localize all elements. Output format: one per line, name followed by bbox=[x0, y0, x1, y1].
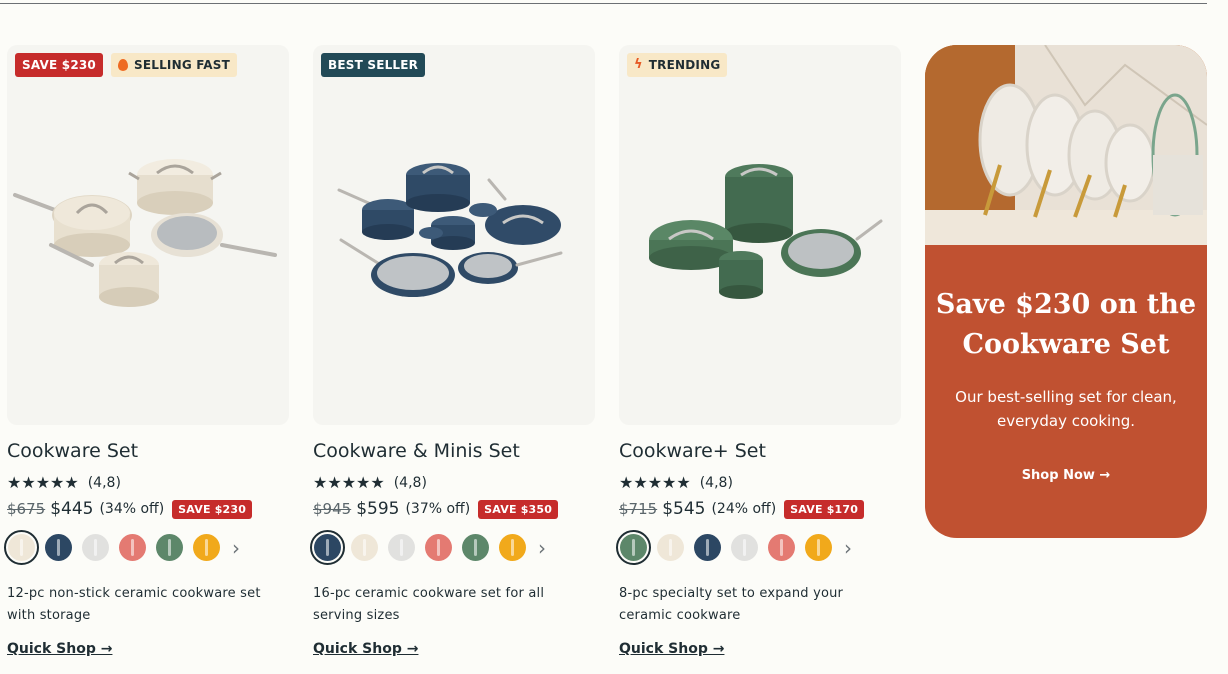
price-row: $945 $595 (37% off) SAVE $350 bbox=[313, 499, 559, 519]
swatch-sage[interactable] bbox=[156, 534, 183, 561]
product-card-cookware-plus-set[interactable]: ϟ TRENDING Cookware+ Set ★★★★★ (4,8) $715… bbox=[616, 45, 901, 657]
cookware-illustration bbox=[337, 163, 563, 297]
rating-value: (4,8) bbox=[393, 474, 427, 491]
top-divider bbox=[0, 3, 1207, 4]
swatch-coral[interactable] bbox=[768, 534, 795, 561]
swatch-gray[interactable] bbox=[731, 534, 758, 561]
selling-fast-badge: SELLING FAST bbox=[110, 53, 237, 77]
swatch-navy[interactable] bbox=[310, 530, 345, 565]
original-price: $675 bbox=[7, 500, 46, 518]
sale-price: $595 bbox=[356, 499, 400, 519]
swatch-yellow[interactable] bbox=[193, 534, 220, 561]
product-description: 8-pc specialty set to expand your cerami… bbox=[619, 586, 844, 623]
discount-percent: (34% off) bbox=[99, 501, 165, 517]
swatch-cream[interactable] bbox=[657, 534, 684, 561]
trending-badge: ϟ TRENDING bbox=[627, 53, 728, 77]
original-price: $945 bbox=[313, 500, 352, 518]
rating-value: (4,8) bbox=[699, 474, 733, 491]
swatch-gray[interactable] bbox=[388, 534, 415, 561]
product-title[interactable]: Cookware+ Set bbox=[619, 440, 766, 462]
save-badge: SAVE $230 bbox=[15, 53, 103, 77]
swatch-sage[interactable] bbox=[616, 530, 651, 565]
product-description: 12-pc non-stick ceramic cookware set wit… bbox=[7, 586, 261, 623]
rating: ★★★★★ (4,8) bbox=[313, 473, 427, 492]
chevron-right-icon[interactable]: › bbox=[538, 536, 546, 560]
price-row: $675 $445 (34% off) SAVE $230 bbox=[7, 499, 253, 519]
swatch-coral[interactable] bbox=[119, 534, 146, 561]
chevron-right-icon[interactable]: › bbox=[844, 536, 852, 560]
swatch-yellow[interactable] bbox=[805, 534, 832, 561]
lightning-icon: ϟ bbox=[634, 57, 643, 72]
best-seller-badge: BEST SELLER bbox=[321, 53, 426, 77]
star-rating-icon: ★★★★★ bbox=[619, 473, 691, 492]
star-rating-icon: ★★★★★ bbox=[7, 473, 79, 492]
product-image[interactable]: ϟ TRENDING bbox=[619, 45, 901, 425]
color-swatches: › bbox=[310, 530, 546, 565]
swatch-navy[interactable] bbox=[45, 534, 72, 561]
product-title[interactable]: Cookware Set bbox=[7, 440, 138, 462]
color-swatches: › bbox=[616, 530, 852, 565]
star-rating-icon: ★★★★★ bbox=[313, 473, 385, 492]
quick-shop-link[interactable]: Quick Shop → bbox=[313, 641, 418, 657]
swatch-gray[interactable] bbox=[82, 534, 109, 561]
promo-subtitle: Our best-selling set for clean, everyday… bbox=[955, 388, 1177, 430]
quick-shop-link[interactable]: Quick Shop → bbox=[619, 641, 724, 657]
promo-card[interactable]: Save $230 on the Cookware Set Our best-s… bbox=[925, 45, 1207, 538]
rating: ★★★★★ (4,8) bbox=[619, 473, 733, 492]
price-row: $715 $545 (24% off) SAVE $170 bbox=[619, 499, 865, 519]
rating-value: (4,8) bbox=[87, 474, 121, 491]
promo-title: Save $230 on the Cookware Set bbox=[935, 289, 1197, 360]
swatch-cream[interactable] bbox=[4, 530, 39, 565]
discount-percent: (24% off) bbox=[711, 501, 777, 517]
sale-price: $545 bbox=[662, 499, 706, 519]
color-swatches: › bbox=[4, 530, 240, 565]
product-image[interactable]: BEST SELLER bbox=[313, 45, 595, 425]
quick-shop-link[interactable]: Quick Shop → bbox=[7, 641, 112, 657]
original-price: $715 bbox=[619, 500, 658, 518]
shop-now-link[interactable]: Shop Now → bbox=[925, 468, 1207, 483]
rating: ★★★★★ (4,8) bbox=[7, 473, 121, 492]
chevron-right-icon[interactable]: › bbox=[232, 536, 240, 560]
sale-price: $445 bbox=[50, 499, 94, 519]
swatch-navy[interactable] bbox=[694, 534, 721, 561]
product-card-cookware-minis-set[interactable]: BEST SELLER Cookware & Minis Set ★★★★★ (… bbox=[310, 45, 595, 657]
swatch-cream[interactable] bbox=[351, 534, 378, 561]
save-amount-badge: SAVE $230 bbox=[172, 499, 253, 519]
save-amount-badge: SAVE $170 bbox=[784, 499, 865, 519]
swatch-coral[interactable] bbox=[425, 534, 452, 561]
cookware-illustration bbox=[649, 164, 883, 299]
save-amount-badge: SAVE $350 bbox=[478, 499, 559, 519]
product-description: 16-pc ceramic cookware set for all servi… bbox=[313, 586, 545, 623]
swatch-sage[interactable] bbox=[462, 534, 489, 561]
discount-percent: (37% off) bbox=[405, 501, 471, 517]
product-card-cookware-set[interactable]: SAVE $230 SELLING FAST Cookware Set ★★★★… bbox=[4, 45, 289, 657]
promo-photo bbox=[925, 45, 1207, 245]
swatch-yellow[interactable] bbox=[499, 534, 526, 561]
cookware-illustration bbox=[13, 159, 277, 307]
product-image[interactable]: SAVE $230 SELLING FAST bbox=[7, 45, 289, 425]
product-title[interactable]: Cookware & Minis Set bbox=[313, 440, 520, 462]
flame-icon bbox=[117, 59, 128, 71]
